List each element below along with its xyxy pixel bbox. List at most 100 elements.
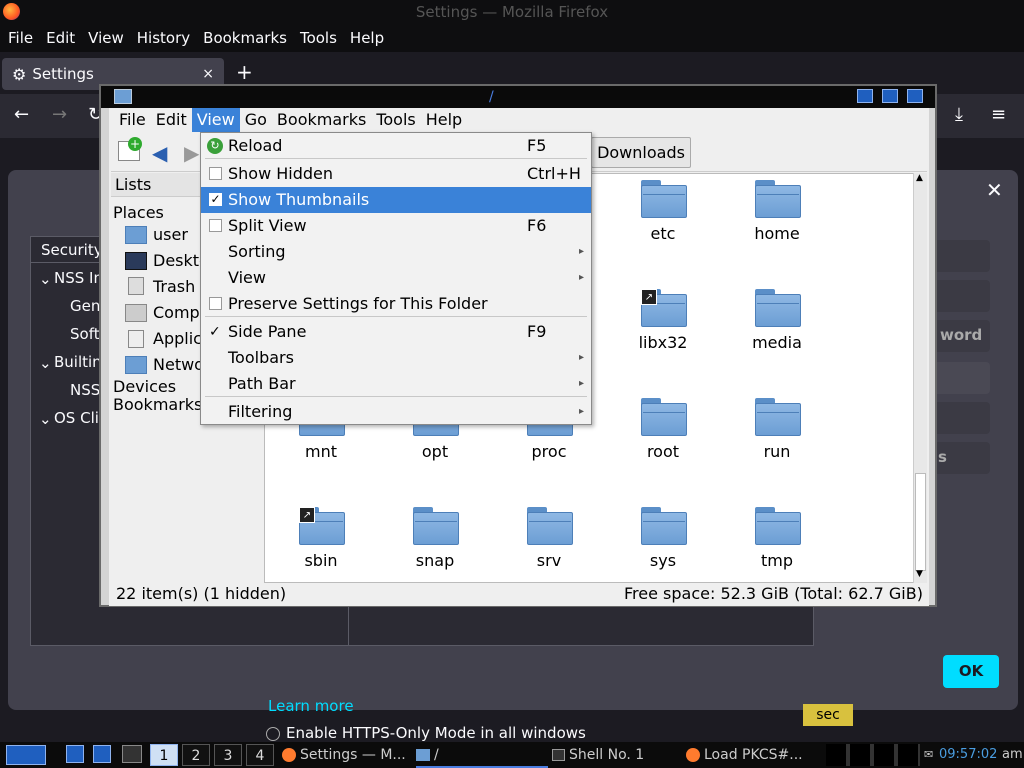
terminal-icon[interactable] bbox=[122, 745, 142, 763]
ff-menu-tools[interactable]: Tools bbox=[300, 29, 337, 47]
folder-icon[interactable] bbox=[641, 398, 687, 436]
fm-menu-go[interactable]: Go bbox=[240, 108, 272, 132]
ff-menu-help[interactable]: Help bbox=[350, 29, 384, 47]
folder-label[interactable]: mnt bbox=[271, 442, 371, 461]
search-icon[interactable] bbox=[93, 745, 111, 763]
folder-icon[interactable] bbox=[755, 507, 801, 545]
https-only-radio[interactable]: Enable HTTPS-Only Mode in all windows bbox=[266, 724, 586, 742]
folder-icon[interactable] bbox=[527, 507, 573, 545]
task-shell[interactable]: Shell No. 1 bbox=[552, 742, 682, 768]
tree-item-builtin[interactable]: Builtin bbox=[54, 353, 102, 371]
fm-menu-help[interactable]: Help bbox=[421, 108, 467, 132]
folder-label[interactable]: home bbox=[727, 224, 827, 243]
folder-label[interactable]: snap bbox=[385, 551, 485, 570]
new-tab-icon[interactable]: + bbox=[118, 137, 142, 161]
tree-chevron-icon[interactable]: ⌄ bbox=[39, 354, 52, 372]
menu-item-filtering[interactable]: Filtering ▸ bbox=[201, 399, 591, 425]
menu-separator bbox=[205, 396, 587, 397]
folder-label[interactable]: sys bbox=[613, 551, 713, 570]
ok-button[interactable]: OK bbox=[943, 655, 999, 688]
menu-item-side-pane[interactable]: ✓ Side Pane F9 bbox=[201, 319, 591, 345]
workspace-3[interactable]: 3 bbox=[214, 744, 242, 766]
folder-label[interactable]: media bbox=[727, 333, 827, 352]
fm-menu-tools[interactable]: Tools bbox=[371, 108, 420, 132]
folder-icon bbox=[114, 89, 132, 104]
folder-icon[interactable] bbox=[641, 507, 687, 545]
task-firefox-settings[interactable]: Settings — M... bbox=[282, 742, 412, 768]
folder-icon[interactable] bbox=[755, 180, 801, 218]
menu-item-sorting[interactable]: Sorting ▸ bbox=[201, 239, 591, 265]
hamburger-menu-icon[interactable]: ≡ bbox=[991, 104, 1006, 125]
menu-item-path-bar[interactable]: Path Bar ▸ bbox=[201, 371, 591, 397]
fm-menu-view[interactable]: View bbox=[191, 108, 240, 132]
folder-label[interactable]: srv bbox=[499, 551, 599, 570]
menu-item-show-thumbnails[interactable]: ✓ Show Thumbnails bbox=[201, 187, 591, 213]
tree-item-nss[interactable]: NSS In bbox=[54, 269, 103, 287]
learn-more-link[interactable]: Learn more bbox=[268, 697, 354, 715]
scroll-down-icon[interactable]: ▼ bbox=[916, 569, 923, 579]
menu-item-reload[interactable]: ↻ Reload F5 bbox=[201, 133, 591, 159]
workspace-1[interactable]: 1 bbox=[150, 744, 178, 766]
menu-item-view[interactable]: View ▸ bbox=[201, 265, 591, 291]
scroll-thumb[interactable] bbox=[915, 473, 926, 571]
place-user[interactable]: user bbox=[153, 225, 188, 244]
path-button-downloads[interactable]: Downloads bbox=[591, 137, 691, 168]
scroll-up-icon[interactable]: ▲ bbox=[916, 173, 923, 183]
folder-label[interactable]: sbin bbox=[271, 551, 371, 570]
place-trash[interactable]: Trash bbox=[153, 277, 195, 296]
fm-menu-bar: File Edit View Go Bookmarks Tools Help bbox=[111, 108, 927, 132]
workspace-2[interactable]: 2 bbox=[182, 744, 210, 766]
back-icon[interactable]: ← bbox=[14, 104, 29, 125]
tree-item-os-client[interactable]: OS Cli bbox=[54, 409, 99, 427]
folder-icon[interactable] bbox=[413, 507, 459, 545]
back-arrow-icon[interactable]: ◀ bbox=[152, 141, 167, 165]
tree-item-nss-builtin[interactable]: NSS bbox=[70, 381, 100, 399]
minimize-icon[interactable] bbox=[857, 89, 873, 103]
tooltip: sec bbox=[803, 704, 853, 726]
fm-menu-edit[interactable]: Edit bbox=[151, 108, 192, 132]
folder-label[interactable]: proc bbox=[499, 442, 599, 461]
menu-item-toolbars[interactable]: Toolbars ▸ bbox=[201, 345, 591, 371]
ff-menu-view[interactable]: View bbox=[88, 29, 124, 47]
menu-icon[interactable] bbox=[66, 745, 84, 763]
fm-menu-file[interactable]: File bbox=[114, 108, 151, 132]
start-menu-icon[interactable] bbox=[6, 745, 46, 765]
folder-icon[interactable] bbox=[641, 180, 687, 218]
ff-menu-file[interactable]: File bbox=[8, 29, 33, 47]
folder-icon[interactable]: ↗ bbox=[641, 289, 687, 327]
folder-label[interactable]: run bbox=[727, 442, 827, 461]
ff-menu-bookmarks[interactable]: Bookmarks bbox=[203, 29, 287, 47]
close-window-icon[interactable] bbox=[907, 89, 923, 103]
ff-menu-history[interactable]: History bbox=[137, 29, 190, 47]
tree-chevron-icon[interactable]: ⌄ bbox=[39, 270, 52, 288]
folder-icon[interactable] bbox=[755, 398, 801, 436]
task-load-pkcs[interactable]: Load PKCS#... bbox=[686, 742, 822, 768]
folder-label[interactable]: root bbox=[613, 442, 713, 461]
folder-icon[interactable]: ↗ bbox=[299, 507, 345, 545]
folder-label[interactable]: libx32 bbox=[613, 333, 713, 352]
task-file-manager[interactable]: / bbox=[416, 742, 548, 768]
tree-item-soft[interactable]: Soft bbox=[70, 325, 100, 343]
folder-icon[interactable] bbox=[755, 289, 801, 327]
vertical-scrollbar[interactable]: ▲ ▼ bbox=[913, 173, 927, 583]
menu-item-preserve-settings-for-this-folder[interactable]: Preserve Settings for This Folder bbox=[201, 291, 591, 317]
folder-label[interactable]: etc bbox=[613, 224, 713, 243]
menu-item-show-hidden[interactable]: Show Hidden Ctrl+H bbox=[201, 161, 591, 187]
fm-menu-bookmarks[interactable]: Bookmarks bbox=[272, 108, 371, 132]
new-tab-button[interactable]: + bbox=[236, 60, 253, 84]
close-tab-icon[interactable]: × bbox=[202, 66, 214, 82]
folder-label[interactable]: tmp bbox=[727, 551, 827, 570]
ff-menu-edit[interactable]: Edit bbox=[46, 29, 75, 47]
folder-label[interactable]: opt bbox=[385, 442, 485, 461]
dialog-close-icon[interactable]: ✕ bbox=[986, 178, 1003, 202]
workspace-4[interactable]: 4 bbox=[246, 744, 274, 766]
mail-icon[interactable]: ✉ bbox=[924, 742, 933, 768]
tree-item-gen[interactable]: Gen bbox=[70, 297, 100, 315]
menu-item-label: View bbox=[228, 268, 266, 287]
tree-chevron-icon[interactable]: ⌄ bbox=[39, 410, 52, 428]
maximize-icon[interactable] bbox=[882, 89, 898, 103]
forward-arrow-icon[interactable]: ▶ bbox=[184, 141, 199, 165]
forward-icon[interactable]: → bbox=[52, 104, 67, 125]
menu-item-split-view[interactable]: Split View F6 bbox=[201, 213, 591, 239]
downloads-icon[interactable]: ⤓ bbox=[955, 104, 963, 125]
